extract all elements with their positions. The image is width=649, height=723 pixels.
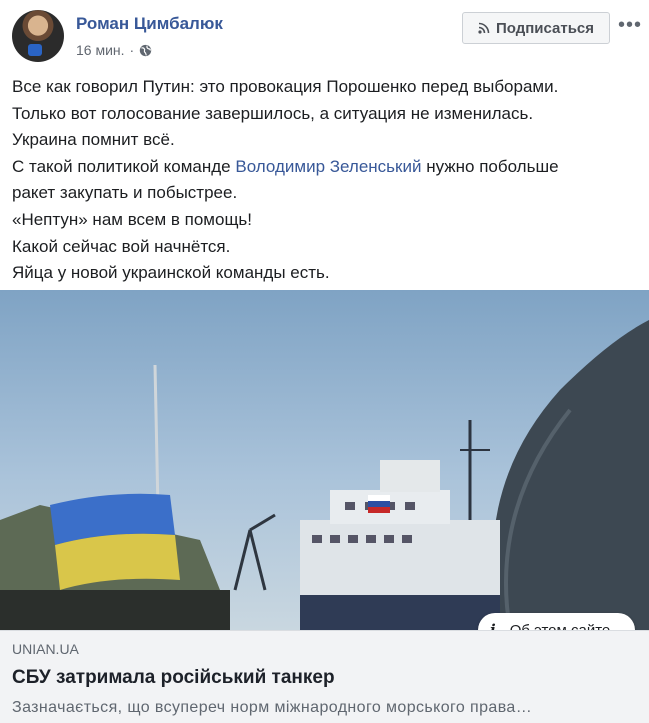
link-title[interactable]: СБУ затримала російський танкер bbox=[12, 667, 335, 689]
text-line-4-start: С такой политикой команде bbox=[12, 156, 236, 176]
post-time[interactable]: 16 мин. bbox=[76, 42, 125, 58]
link-description: Зазначається, що всупереч норм міжнародн… bbox=[12, 699, 533, 716]
follow-label: Подписаться bbox=[495, 19, 595, 37]
author-avatar[interactable] bbox=[12, 10, 64, 62]
tanker-photo bbox=[0, 290, 649, 630]
author-name[interactable]: Роман Цимбалюк bbox=[76, 14, 223, 34]
text-line-5: ракет закупать и побыстрее. bbox=[12, 183, 238, 203]
text-line-8: Яйца у новой украинской команды есть. bbox=[12, 263, 330, 283]
text-line-1: Все как говорил Путин: это провокация По… bbox=[12, 77, 559, 96]
follow-button[interactable]: Подписаться bbox=[462, 12, 610, 44]
text-line-4-end: нужно побольше bbox=[421, 156, 559, 176]
meta-separator: · bbox=[129, 42, 135, 58]
more-options-icon[interactable]: ••• bbox=[618, 14, 642, 37]
rss-icon bbox=[478, 22, 490, 34]
avatar-badge bbox=[28, 44, 42, 56]
text-line-2: Только вот голосование завершилось, а си… bbox=[12, 103, 534, 123]
post-header: Роман Цимбалюк 16 мин. · Подписаться ••• bbox=[12, 10, 641, 66]
link-preview-card[interactable]: UNIAN.UA СБУ затримала російський танкер… bbox=[0, 630, 649, 723]
link-domain: UNIAN.UA bbox=[12, 641, 79, 657]
text-line-3: Украина помнит всё. bbox=[12, 130, 175, 150]
post-meta: 16 мин. · bbox=[76, 42, 152, 58]
post-text: Все как говорил Путин: это провокация По… bbox=[12, 74, 637, 287]
text-line-4: С такой политикой команде Володимир Зеле… bbox=[12, 154, 637, 181]
mention-link[interactable]: Володимир Зеленський bbox=[235, 157, 421, 176]
text-line-6: «Нептун» нам всем в помощь! bbox=[12, 209, 253, 229]
link-preview-image[interactable] bbox=[0, 290, 649, 630]
text-line-7: Какой сейчас вой начнётся. bbox=[12, 236, 231, 256]
facebook-post: Роман Цимбалюк 16 мин. · Подписаться •••… bbox=[0, 0, 649, 723]
globe-icon[interactable] bbox=[139, 44, 152, 57]
